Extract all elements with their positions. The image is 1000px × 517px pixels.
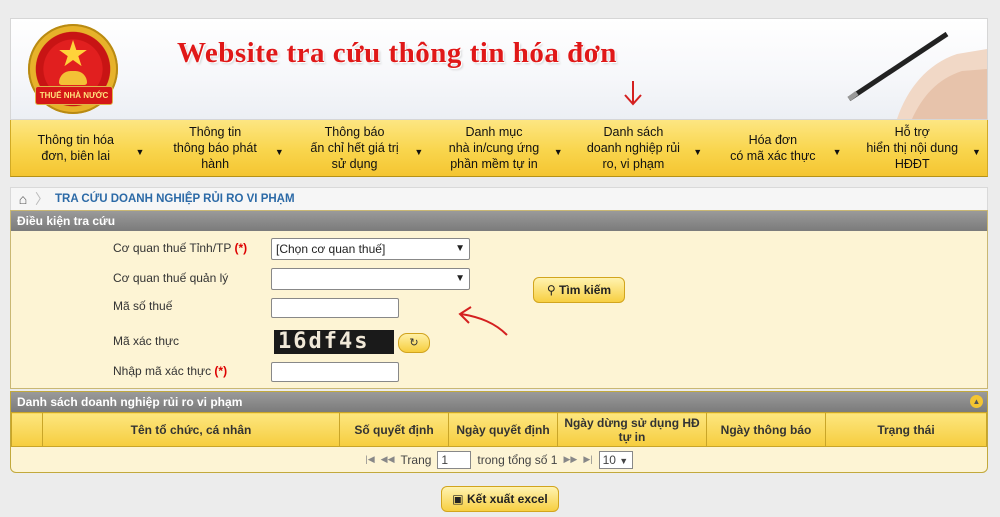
breadcrumb-current[interactable]: TRA CỨU DOANH NGHIỆP RỦI RO VI PHẠM: [55, 193, 295, 205]
nav-item-issue-notice[interactable]: Thông tin thông báo phát hành ▼: [150, 120, 289, 176]
search-panel-title: Điều kiện tra cứu: [11, 211, 987, 231]
captcha-label: Mã xác thực: [113, 334, 180, 348]
col-decision-date: Ngày quyết định: [448, 412, 558, 447]
captcha-input[interactable]: [271, 362, 399, 382]
site-title: Website tra cứu thông tin hóa đơn: [177, 37, 617, 69]
caret-down-icon: ▼: [972, 147, 981, 157]
chevron-right-icon: 〉: [35, 191, 49, 207]
col-status: Trạng thái: [825, 412, 987, 447]
page-size-select[interactable]: 10 ▼: [598, 450, 633, 469]
manager-select[interactable]: ▼: [271, 268, 470, 290]
caret-down-icon: ▼: [553, 147, 563, 157]
breadcrumb: ⌂ 〉 TRA CỨU DOANH NGHIỆP RỦI RO VI PHẠM: [10, 187, 988, 210]
chevron-down-icon: ▼: [455, 243, 465, 254]
caret-down-icon: ▼: [135, 147, 145, 157]
emblem-ribbon: THUẾ NHÀ NƯỚC: [35, 86, 113, 105]
col-stop-date: Ngày dừng sử dụng HĐ tự in: [557, 412, 707, 447]
nav-item-risky-business[interactable]: Danh sách doanh nghiệp rủi ro, vi phạm ▼: [569, 120, 708, 176]
home-icon[interactable]: ⌂: [11, 191, 35, 207]
search-icon: ⚲: [546, 283, 556, 297]
national-emblem: ★ THUẾ NHÀ NƯỚC: [28, 24, 118, 114]
province-label: Cơ quan thuế Tỉnh/TP (*): [113, 241, 248, 255]
chevron-down-icon: ▼: [455, 273, 465, 284]
pager: |◀ ◀◀ Trang 1 trong tổng số 1 ▶▶ ▶| 10 ▼: [11, 447, 987, 472]
results-panel: Danh sách doanh nghiệp rủi ro vi phạm ▲ T…: [10, 391, 988, 473]
annotation-arrow: [458, 306, 508, 336]
nav-item-einvoice-support[interactable]: Hỗ trợ hiển thị nội dung HĐĐT ▼: [848, 120, 987, 176]
results-table: Tên tổ chức, cá nhân Số quyết định Ngày …: [11, 412, 987, 447]
page: ★ THUẾ NHÀ NƯỚC Website tra cứu thông ti…: [10, 18, 988, 473]
annotation-arrow-down: [624, 81, 642, 106]
export-excel-button[interactable]: ▣ Kết xuất excel: [441, 486, 559, 512]
tax-code-input[interactable]: [271, 298, 399, 318]
col-notice-date: Ngày thông báo: [706, 412, 826, 447]
captcha-image: 16df4s: [274, 330, 394, 354]
col-index: [11, 412, 43, 447]
star-icon: ★: [56, 34, 90, 75]
manager-label: Cơ quan thuế quản lý: [113, 271, 229, 285]
next-page-icon[interactable]: ▶▶: [563, 454, 577, 465]
nav-item-expired-notice[interactable]: Thông báo ấn chỉ hết giá trị sử dụng ▼: [290, 120, 429, 176]
nav-item-printer-list[interactable]: Danh mục nhà in/cung ứng phần mềm tự in ▼: [429, 120, 568, 176]
nav-item-verified-invoice[interactable]: Hóa đơn có mã xác thực ▼: [708, 120, 847, 176]
col-decision-no: Số quyết định: [339, 412, 449, 447]
tax-code-label: Mã số thuế: [113, 299, 173, 313]
prev-page-icon[interactable]: ◀◀: [381, 454, 395, 465]
caret-down-icon: ▼: [274, 147, 284, 157]
site-header: ★ THUẾ NHÀ NƯỚC Website tra cứu thông ti…: [10, 18, 988, 120]
hand-pencil-illustration: [847, 31, 987, 119]
captcha-input-label: Nhập mã xác thực (*): [113, 364, 228, 378]
refresh-icon: ↻: [409, 337, 419, 349]
results-panel-title: Danh sách doanh nghiệp rủi ro vi phạm ▲: [11, 392, 987, 412]
caret-down-icon: ▼: [693, 147, 703, 157]
search-panel: Điều kiện tra cứu Cơ quan thuế Tỉnh/TP (…: [10, 210, 988, 389]
first-page-icon[interactable]: |◀: [365, 454, 374, 465]
refresh-captcha-button[interactable]: ↻: [398, 333, 430, 353]
export-icon: ▣: [452, 492, 464, 506]
caret-down-icon: ▼: [832, 147, 842, 157]
collapse-icon[interactable]: ▲: [970, 395, 983, 408]
gear-icon: [59, 71, 87, 85]
chevron-down-icon: ▼: [619, 455, 629, 466]
province-select[interactable]: [Chọn cơ quan thuế] ▼: [271, 238, 470, 260]
search-button[interactable]: ⚲ Tìm kiếm: [533, 277, 625, 303]
caret-down-icon: ▼: [414, 147, 424, 157]
last-page-icon[interactable]: ▶|: [583, 454, 592, 465]
search-form: Cơ quan thuế Tỉnh/TP (*) [Chọn cơ quan t…: [11, 231, 987, 388]
col-name: Tên tổ chức, cá nhân: [42, 412, 340, 447]
nav-item-invoice-info[interactable]: Thông tin hóa đơn, biên lai ▼: [11, 120, 150, 176]
page-input[interactable]: 1: [437, 450, 472, 469]
main-nav: Thông tin hóa đơn, biên lai ▼ Thông tin t…: [10, 120, 988, 177]
